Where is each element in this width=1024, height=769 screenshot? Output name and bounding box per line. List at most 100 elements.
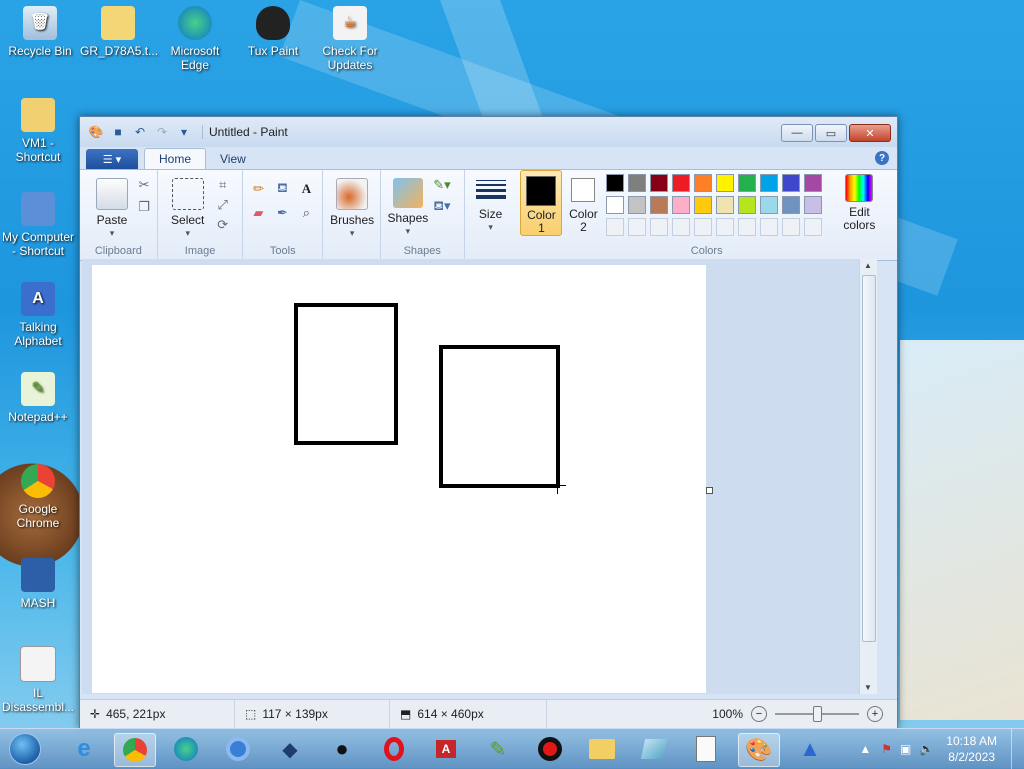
color-swatch[interactable] bbox=[804, 196, 823, 214]
desktop-icon-check-updates[interactable]: ☕ Check For Updates bbox=[312, 6, 388, 72]
color1-button[interactable]: Color 1 bbox=[520, 170, 563, 236]
vertical-scrollbar[interactable]: ▲ ▼ bbox=[859, 259, 877, 694]
brushes-button[interactable]: Brushes ▾ bbox=[329, 178, 375, 240]
custom-color-slot[interactable] bbox=[694, 218, 713, 236]
color2-button[interactable]: Color 2 bbox=[563, 170, 603, 234]
color-swatch[interactable] bbox=[760, 174, 779, 192]
select-button[interactable]: Select ▾ bbox=[166, 178, 210, 240]
minimize-button[interactable]: — bbox=[781, 124, 813, 142]
flag-icon[interactable]: ⚑ bbox=[881, 742, 892, 756]
taskbar-file-explorer[interactable] bbox=[582, 733, 622, 765]
color-swatch[interactable] bbox=[606, 196, 625, 214]
canvas-resize-handle[interactable] bbox=[706, 487, 713, 494]
undo-icon[interactable]: ↶ bbox=[132, 124, 148, 140]
save-icon[interactable]: ■ bbox=[110, 124, 126, 140]
desktop-icon-chrome[interactable]: Google Chrome bbox=[0, 464, 76, 530]
magnifier-icon[interactable]: ⌕ bbox=[297, 204, 315, 222]
copy-icon[interactable]: ❐ bbox=[135, 198, 153, 216]
color-swatch[interactable] bbox=[738, 174, 757, 192]
scroll-down-icon[interactable]: ▼ bbox=[864, 683, 872, 692]
color-swatch[interactable] bbox=[672, 196, 691, 214]
drawn-rectangle[interactable] bbox=[439, 345, 560, 488]
fill-shape-icon[interactable]: ⛾▾ bbox=[433, 198, 451, 216]
taskbar-tux-paint[interactable]: ● bbox=[322, 733, 362, 765]
eraser-icon[interactable]: ▰ bbox=[249, 204, 267, 222]
desktop-icon-il-disassembler[interactable]: IL Disassembl... bbox=[0, 646, 76, 714]
custom-color-slot[interactable] bbox=[716, 218, 735, 236]
color-picker-icon[interactable]: ✒ bbox=[273, 204, 291, 222]
custom-color-slot[interactable] bbox=[628, 218, 647, 236]
cut-icon[interactable]: ✂ bbox=[135, 176, 153, 194]
drawing-canvas[interactable] bbox=[92, 265, 706, 693]
taskbar-chromium[interactable] bbox=[218, 733, 258, 765]
desktop-icon-talking-alphabet[interactable]: A Talking Alphabet bbox=[0, 282, 76, 348]
desktop-icon-my-computer[interactable]: My Computer - Shortcut bbox=[0, 192, 76, 258]
taskbar-talking-alphabet[interactable]: A bbox=[426, 733, 466, 765]
desktop-icon-notepadpp[interactable]: ✎ Notepad++ bbox=[0, 372, 76, 424]
color-swatch[interactable] bbox=[738, 196, 757, 214]
redo-icon[interactable]: ↷ bbox=[154, 124, 170, 140]
taskbar-opera[interactable] bbox=[374, 733, 414, 765]
color-swatch[interactable] bbox=[650, 174, 669, 192]
help-icon[interactable]: ? bbox=[875, 151, 889, 165]
taskbar-app-blue[interactable]: ▲ bbox=[790, 733, 830, 765]
desktop-icon-mash[interactable]: MASH bbox=[0, 558, 76, 610]
fill-icon[interactable]: ⛾ bbox=[273, 180, 291, 198]
custom-color-slot[interactable] bbox=[738, 218, 757, 236]
scrollbar-thumb[interactable] bbox=[862, 275, 876, 642]
desktop-icon-edge[interactable]: Microsoft Edge bbox=[157, 6, 233, 72]
customize-dropdown-icon[interactable]: ▾ bbox=[176, 124, 192, 140]
close-button[interactable]: ✕ bbox=[849, 124, 891, 142]
taskbar-edge[interactable] bbox=[166, 733, 206, 765]
drawn-rectangle[interactable] bbox=[294, 303, 398, 445]
scroll-up-icon[interactable]: ▲ bbox=[864, 261, 872, 270]
custom-color-slot[interactable] bbox=[804, 218, 823, 236]
paste-button[interactable]: Paste ▾ bbox=[90, 178, 134, 240]
color-swatch[interactable] bbox=[694, 196, 713, 214]
color-swatch[interactable] bbox=[804, 174, 823, 192]
color-swatch[interactable] bbox=[650, 196, 669, 214]
show-desktop-button[interactable] bbox=[1011, 729, 1024, 769]
edit-colors-button[interactable]: Edit colors bbox=[836, 174, 882, 232]
network-icon[interactable]: ▣ bbox=[900, 742, 911, 756]
taskbar-paint[interactable]: 🎨 bbox=[738, 733, 780, 767]
color-swatch[interactable] bbox=[716, 174, 735, 192]
start-button[interactable] bbox=[4, 733, 46, 765]
zoom-slider-thumb[interactable] bbox=[813, 706, 822, 722]
taskbar-ie[interactable]: e bbox=[64, 733, 104, 765]
paint-app-icon[interactable]: 🎨 bbox=[88, 124, 104, 140]
show-hidden-icons[interactable]: ▲ bbox=[859, 742, 871, 756]
custom-color-slot[interactable] bbox=[672, 218, 691, 236]
taskbar-chrome[interactable] bbox=[114, 733, 156, 767]
crop-icon[interactable]: ⌗ bbox=[214, 176, 232, 194]
text-icon[interactable]: A bbox=[297, 180, 315, 198]
taskbar-il-disassembler[interactable] bbox=[686, 733, 726, 765]
color-swatch[interactable] bbox=[716, 196, 735, 214]
shapes-button[interactable]: Shapes ▾ bbox=[385, 178, 431, 238]
zoom-slider[interactable] bbox=[775, 706, 859, 722]
outline-icon[interactable]: ✎▾ bbox=[433, 176, 451, 194]
size-button[interactable]: Size ▾ bbox=[471, 174, 511, 234]
resize-icon[interactable]: ⤢ bbox=[214, 196, 232, 214]
rotate-icon[interactable]: ⟳ bbox=[214, 216, 232, 234]
tab-view[interactable]: View bbox=[206, 149, 260, 169]
color-swatch[interactable] bbox=[672, 174, 691, 192]
taskbar-recorder[interactable] bbox=[530, 733, 570, 765]
color-swatch[interactable] bbox=[606, 174, 625, 192]
clock[interactable]: 10:18 AM 8/2/2023 bbox=[946, 733, 997, 765]
custom-color-slot[interactable] bbox=[760, 218, 779, 236]
color-swatch[interactable] bbox=[628, 174, 647, 192]
tab-home[interactable]: Home bbox=[144, 148, 207, 169]
taskbar-notepadpp[interactable]: ✎ bbox=[478, 733, 518, 765]
color-swatch[interactable] bbox=[782, 174, 801, 192]
desktop-icon-recycle-bin[interactable]: 🗑 Recycle Bin bbox=[2, 6, 78, 58]
custom-color-slot[interactable] bbox=[782, 218, 801, 236]
maximize-button[interactable]: ▭ bbox=[815, 124, 847, 142]
desktop-icon-tux-paint[interactable]: Tux Paint bbox=[235, 6, 311, 58]
paint-menu-button[interactable]: ☰ ▾ bbox=[86, 149, 138, 169]
zoom-in-icon[interactable]: + bbox=[867, 706, 883, 722]
color-swatch[interactable] bbox=[694, 174, 713, 192]
color-swatch[interactable] bbox=[760, 196, 779, 214]
pencil-icon[interactable]: ✏ bbox=[249, 180, 267, 198]
color-swatch[interactable] bbox=[628, 196, 647, 214]
